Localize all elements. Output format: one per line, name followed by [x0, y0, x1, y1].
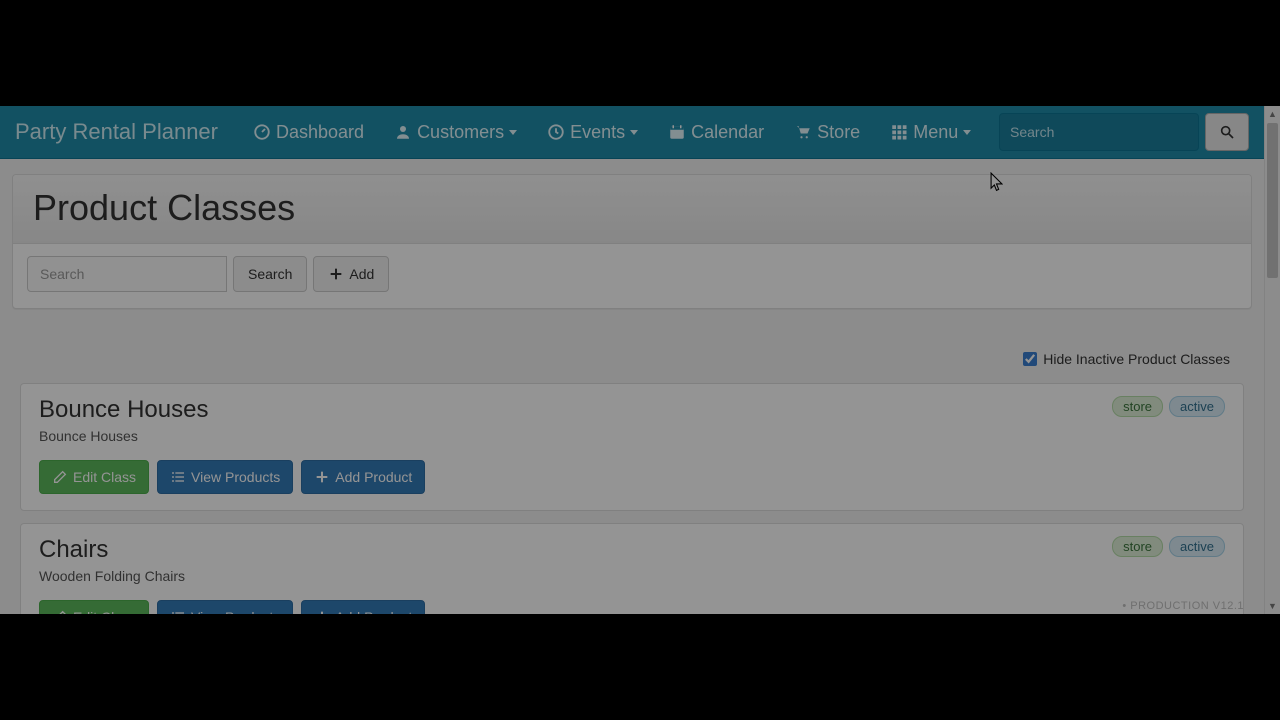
add-class-button[interactable]: Add	[313, 256, 389, 292]
header-panel: Product Classes Search Add	[12, 174, 1252, 309]
scroll-thumb[interactable]	[1267, 123, 1278, 278]
vertical-scrollbar[interactable]: ▲ ▼	[1264, 106, 1280, 614]
edit-class-button[interactable]: Edit Class	[39, 600, 149, 614]
env-version-tag: • PRODUCTION V12.1	[1122, 600, 1244, 612]
scroll-up-icon[interactable]: ▲	[1265, 106, 1280, 122]
nav-dashboard[interactable]: Dashboard	[238, 106, 379, 159]
chevron-down-icon	[630, 130, 638, 135]
nav-calendar-label: Calendar	[691, 122, 764, 143]
filter-toolbar: Search Add	[13, 244, 1251, 308]
cart-icon	[794, 123, 812, 141]
clock-icon	[547, 123, 565, 141]
brand-title[interactable]: Party Rental Planner	[15, 119, 218, 145]
list-icon	[170, 609, 186, 614]
nav-customers-label: Customers	[417, 122, 504, 143]
nav-dashboard-label: Dashboard	[276, 122, 364, 143]
speedometer-icon	[253, 123, 271, 141]
user-icon	[394, 123, 412, 141]
edit-class-label: Edit Class	[73, 469, 136, 485]
nav-links: Dashboard Customers Events Calendar	[238, 106, 999, 159]
edit-class-label: Edit Class	[73, 609, 136, 614]
edit-icon	[52, 609, 68, 614]
active-badge: active	[1169, 396, 1225, 417]
class-title: Bounce Houses	[39, 396, 1225, 424]
hide-inactive-row: Hide Inactive Product Classes	[12, 341, 1252, 377]
add-product-label: Add Product	[335, 469, 412, 485]
scroll-down-icon[interactable]: ▼	[1265, 598, 1280, 614]
class-search-button[interactable]: Search	[233, 256, 307, 292]
add-product-label: Add Product	[335, 609, 412, 614]
nav-menu-label: Menu	[913, 122, 958, 143]
active-badge: active	[1169, 536, 1225, 557]
add-product-button[interactable]: Add Product	[301, 600, 425, 614]
add-product-button[interactable]: Add Product	[301, 460, 425, 494]
class-subtitle: Bounce Houses	[39, 428, 1225, 444]
list-icon	[170, 469, 186, 485]
hide-inactive-checkbox[interactable]	[1023, 352, 1037, 366]
plus-icon	[328, 266, 344, 282]
nav-events-label: Events	[570, 122, 625, 143]
nav-customers[interactable]: Customers	[379, 106, 532, 159]
nav-events[interactable]: Events	[532, 106, 653, 159]
store-badge: store	[1112, 396, 1163, 417]
add-class-label: Add	[349, 266, 374, 282]
global-search-input[interactable]	[999, 113, 1199, 151]
store-badge: store	[1112, 536, 1163, 557]
search-icon	[1219, 124, 1235, 140]
top-navbar: Party Rental Planner Dashboard Customers…	[0, 106, 1264, 159]
edit-icon	[52, 469, 68, 485]
page-title: Product Classes	[33, 187, 1231, 229]
plus-icon	[314, 469, 330, 485]
hide-inactive-label: Hide Inactive Product Classes	[1043, 351, 1230, 367]
chevron-down-icon	[963, 130, 971, 135]
grid-icon	[890, 123, 908, 141]
plus-icon	[314, 609, 330, 614]
letterbox-top	[0, 0, 1280, 106]
nav-calendar[interactable]: Calendar	[653, 106, 779, 159]
calendar-icon	[668, 123, 686, 141]
view-products-label: View Products	[191, 609, 280, 614]
letterbox-bottom	[0, 614, 1280, 720]
edit-class-button[interactable]: Edit Class	[39, 460, 149, 494]
page-body: Product Classes Search Add Hide Inactive…	[0, 159, 1264, 614]
class-subtitle: Wooden Folding Chairs	[39, 568, 1225, 584]
global-search-button[interactable]	[1205, 113, 1249, 151]
class-title: Chairs	[39, 536, 1225, 564]
nav-store[interactable]: Store	[779, 106, 875, 159]
view-products-button[interactable]: View Products	[157, 460, 293, 494]
product-class-card: store active Bounce Houses Bounce Houses…	[20, 383, 1244, 511]
product-class-card: store active Chairs Wooden Folding Chair…	[20, 523, 1244, 614]
view-products-button[interactable]: View Products	[157, 600, 293, 614]
view-products-label: View Products	[191, 469, 280, 485]
app-viewport: Party Rental Planner Dashboard Customers…	[0, 106, 1280, 614]
nav-store-label: Store	[817, 122, 860, 143]
chevron-down-icon	[509, 130, 517, 135]
nav-menu[interactable]: Menu	[875, 106, 986, 159]
class-search-input[interactable]	[27, 256, 227, 292]
